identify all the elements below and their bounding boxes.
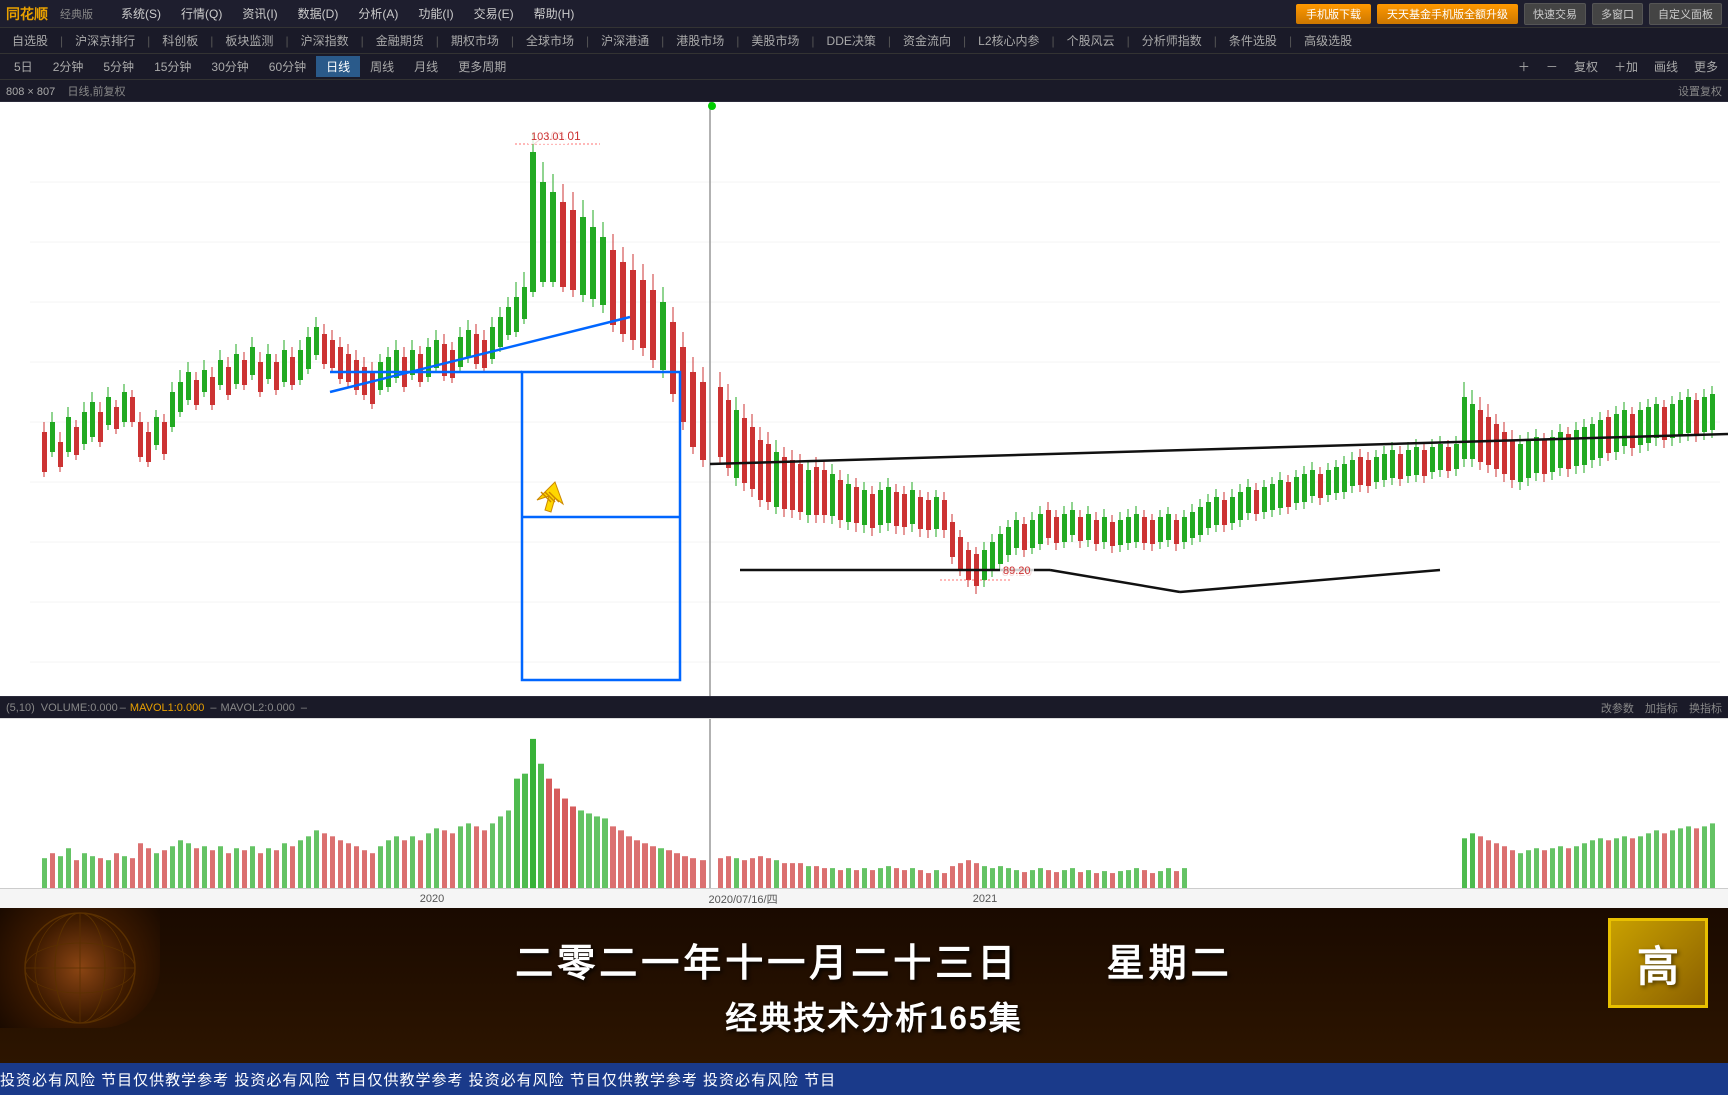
menu-analysis[interactable]: 分析(A) xyxy=(350,3,406,24)
tb2-watchlist[interactable]: 自选股 xyxy=(4,30,56,51)
tb2-hk-market[interactable]: 港股市场 xyxy=(668,30,732,51)
menu-data[interactable]: 数据(D) xyxy=(290,3,347,24)
tb2-fin-futures[interactable]: 金融期货 xyxy=(368,30,432,51)
menu-help[interactable]: 帮助(H) xyxy=(526,3,583,24)
more-tools-button[interactable]: 更多 xyxy=(1688,56,1724,77)
period-weekly[interactable]: 周线 xyxy=(360,56,404,77)
tb2-sector-monitor[interactable]: 板块监测 xyxy=(217,30,281,51)
switch-indicator-button[interactable]: 换指标 xyxy=(1689,703,1722,715)
price-high-value: 103.01 xyxy=(531,131,565,143)
period-5day[interactable]: 5日 xyxy=(4,56,43,77)
custom-panel-button[interactable]: 自定义面板 xyxy=(1649,3,1722,25)
tb2-l2[interactable]: L2核心内参 xyxy=(970,30,1047,51)
main-text-area: 二零二一年十一月二十三日 星期二 经典技术分析165集 xyxy=(0,908,1728,1063)
volume-indicator-bar: (5,10) VOLUME:0.000 – MAVOL1:0.000 – MAV… xyxy=(0,696,1728,718)
price-89-label: 89.20 xyxy=(1000,564,1034,578)
date-label-midpoint: 2020/07/16/四 xyxy=(708,891,777,907)
change-params-button[interactable]: 改参数 xyxy=(1601,703,1634,715)
zoom-in-button[interactable]: ＋ xyxy=(1512,56,1536,77)
bottom-overlay: 二零二一年十一月二十三日 星期二 经典技术分析165集 高 xyxy=(0,908,1728,1063)
globe-svg xyxy=(0,908,160,1028)
volume-value-label: VOLUME:0.000 xyxy=(41,702,118,714)
date-label-2021: 2021 xyxy=(973,893,997,905)
globe-decoration xyxy=(0,908,160,1028)
date-axis: 2020 2020/07/16/四 2021 xyxy=(0,888,1728,908)
chart-info-left: 808 × 807 日线,前复权 xyxy=(6,83,1678,99)
edition-label: 经典版 xyxy=(60,6,93,22)
episode-title-text: 经典技术分析165集 xyxy=(725,993,1022,1039)
menu-trade[interactable]: 交易(E) xyxy=(466,3,522,24)
app-logo: 同花顺 xyxy=(6,4,48,24)
top-menu-bar: 同花顺 经典版 系统(S) 行情(Q) 资讯(I) 数据(D) 分析(A) 功能… xyxy=(0,0,1728,28)
menu-news[interactable]: 资讯(I) xyxy=(234,3,285,24)
tb3-right-controls: ＋ － 复权 ＋加 画线 更多 xyxy=(1512,56,1724,77)
tb2-rank[interactable]: 沪深京排行 xyxy=(67,30,143,51)
mobile-download-button[interactable]: 手机版下载 xyxy=(1296,4,1371,24)
add-button[interactable]: ＋加 xyxy=(1608,56,1644,77)
top-right-buttons: 手机版下载 天天基金手机版全额升级 快速交易 多窗口 自定义面板 xyxy=(1296,3,1722,25)
date-label-2020: 2020 xyxy=(420,893,444,905)
chart-size-label: 808 × 807 xyxy=(6,86,55,98)
menu-system[interactable]: 系统(S) xyxy=(113,3,169,24)
period-60min[interactable]: 60分钟 xyxy=(259,56,316,77)
tb2-fund-flow[interactable]: 资金流向 xyxy=(895,30,959,51)
fund-upgrade-button[interactable]: 天天基金手机版全额升级 xyxy=(1377,4,1518,24)
mavol1-label: MAVOL1:0.000 xyxy=(130,702,204,714)
tb2-analyst[interactable]: 分析师指数 xyxy=(1134,30,1210,51)
volume-chart-svg xyxy=(0,719,1728,888)
toolbar2: 自选股 | 沪深京排行 | 科创板 | 板块监测 | 沪深指数 | 金融期货 |… xyxy=(0,28,1728,54)
zoom-out-button[interactable]: － xyxy=(1540,56,1564,77)
tb2-stock-cloud[interactable]: 个股风云 xyxy=(1059,30,1123,51)
main-chart-area: 2020 7/16 6.04 6.41 5.89 6.32 0.28 29% 5… xyxy=(0,102,1728,696)
period-30min[interactable]: 30分钟 xyxy=(201,56,258,77)
menu-market[interactable]: 行情(Q) xyxy=(173,3,230,24)
period-more[interactable]: 更多周期 xyxy=(448,56,516,77)
tb2-index[interactable]: 沪深指数 xyxy=(293,30,357,51)
volume-right-controls: 改参数 加指标 换指标 xyxy=(1601,700,1722,716)
chart-svg: 103.01 89.20 xyxy=(0,102,1728,696)
toolbar3-time-period: 5日 2分钟 5分钟 15分钟 30分钟 60分钟 日线 周线 月线 更多周期 … xyxy=(0,54,1728,80)
logo-char: 高 xyxy=(1637,933,1679,994)
tb2-options[interactable]: 期权市场 xyxy=(443,30,507,51)
period-15min[interactable]: 15分钟 xyxy=(144,56,201,77)
multi-window-button[interactable]: 多窗口 xyxy=(1592,3,1643,25)
fquan-button[interactable]: 复权 xyxy=(1568,56,1604,77)
logo-box: 高 xyxy=(1608,918,1708,1008)
period-2min[interactable]: 2分钟 xyxy=(43,56,94,77)
tb2-hk-connect[interactable]: 沪深港通 xyxy=(593,30,657,51)
ticker-text: 投资必有风险 节目仅供教学参考 投资必有风险 节目仅供教学参考 投资必有风险 节… xyxy=(0,1069,836,1090)
price-high-label: 103.01 xyxy=(528,130,568,144)
period-5min[interactable]: 5分钟 xyxy=(93,56,144,77)
chart-info-bar: 808 × 807 日线,前复权 设置复权 xyxy=(0,80,1728,102)
mavol2-label: MAVOL2:0.000 xyxy=(220,702,294,714)
tb2-advanced-select[interactable]: 高级选股 xyxy=(1296,30,1360,51)
draw-button[interactable]: 画线 xyxy=(1648,56,1684,77)
add-indicator-button[interactable]: 加指标 xyxy=(1645,703,1678,715)
tb2-global[interactable]: 全球市场 xyxy=(518,30,582,51)
period-monthly[interactable]: 月线 xyxy=(404,56,448,77)
period-daily[interactable]: 日线 xyxy=(316,56,360,77)
volume-period-label: (5,10) xyxy=(6,702,35,714)
tb2-dde[interactable]: DDE决策 xyxy=(819,30,884,51)
tb2-us-market[interactable]: 美股市场 xyxy=(743,30,807,51)
ticker-tape: 投资必有风险 节目仅供教学参考 投资必有风险 节目仅供教学参考 投资必有风险 节… xyxy=(0,1063,1728,1095)
price-89-value: 89.20 xyxy=(1003,565,1031,577)
chart-mode-label: 日线,前复权 xyxy=(67,86,125,98)
quick-trade-button[interactable]: 快速交易 xyxy=(1524,3,1586,25)
menu-function[interactable]: 功能(I) xyxy=(410,3,461,24)
date-display-text: 二零二一年十一月二十三日 星期二 xyxy=(515,932,1232,987)
tb2-star-market[interactable]: 科创板 xyxy=(154,30,206,51)
tb2-condition-select[interactable]: 条件选股 xyxy=(1221,30,1285,51)
volume-chart-area xyxy=(0,718,1728,888)
settings-fquan-button[interactable]: 设置复权 xyxy=(1678,83,1722,99)
